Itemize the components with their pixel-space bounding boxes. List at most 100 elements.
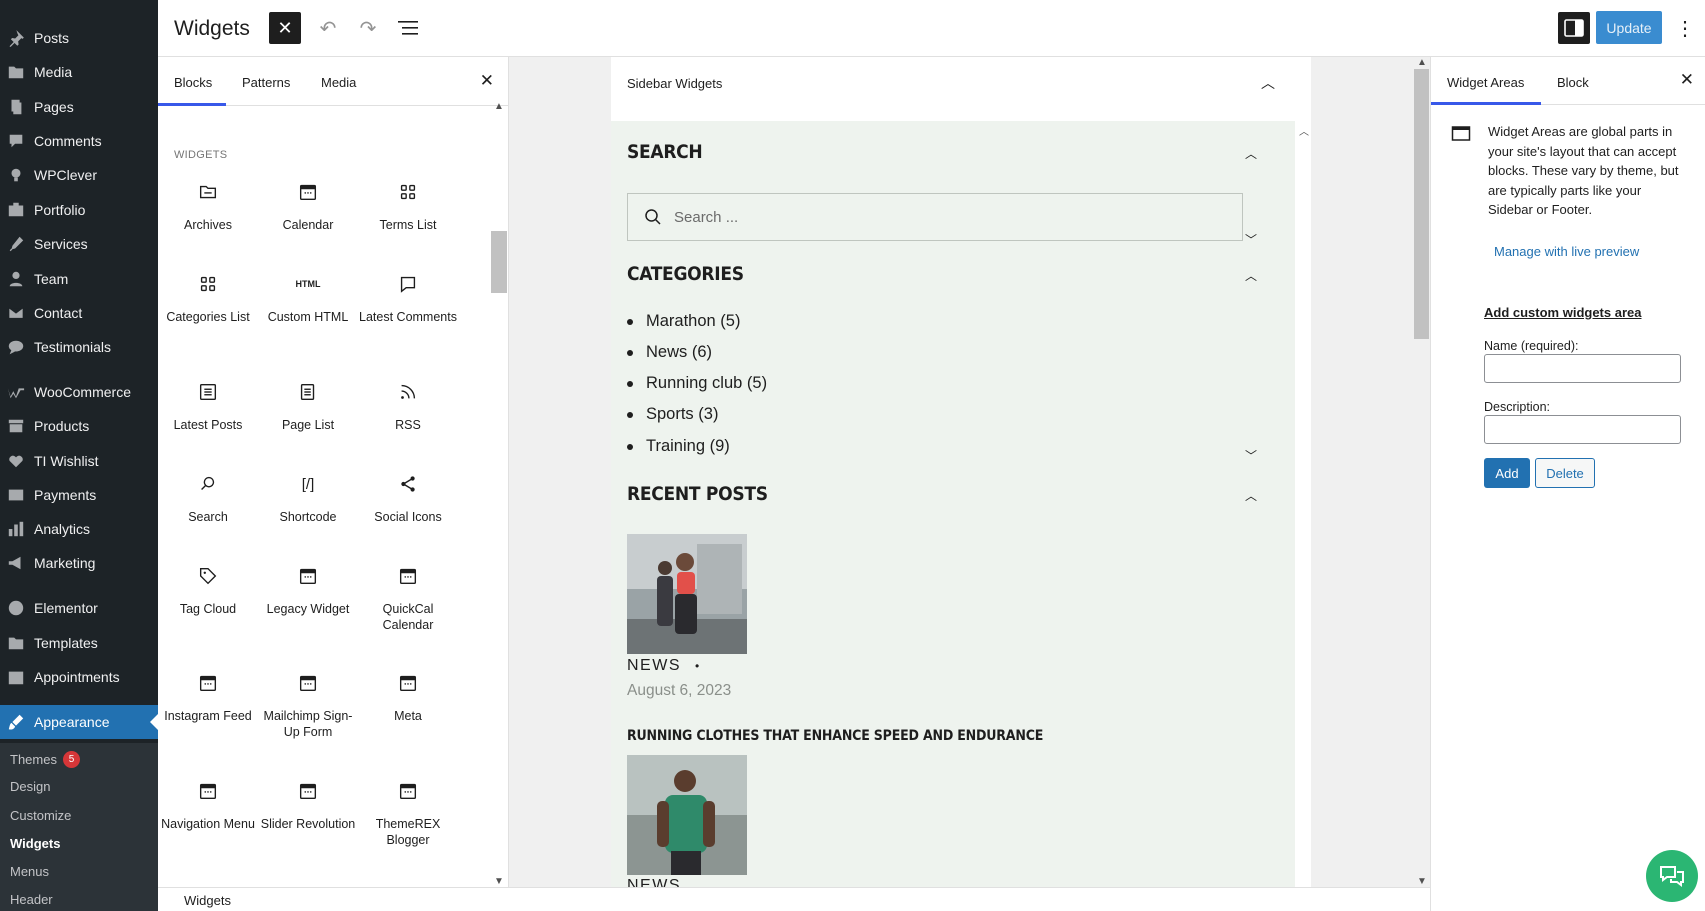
calendar-icon (258, 561, 358, 591)
block-rss[interactable]: RSS (358, 377, 458, 433)
redo-button[interactable]: ↷ (352, 12, 384, 44)
undo-button[interactable]: ↶ (312, 12, 344, 44)
block-instagram-feed[interactable]: Instagram Feed (158, 668, 258, 724)
menu-item-team[interactable]: Team (0, 262, 158, 296)
chat-support-button[interactable] (1646, 850, 1698, 902)
category-item[interactable]: News (6) (627, 343, 712, 362)
tab-block[interactable]: Block (1557, 75, 1589, 90)
chevron-down-icon[interactable]: ﹀ (1245, 447, 1257, 464)
category-item[interactable]: Sports (3) (627, 405, 718, 424)
widget-area-title[interactable]: Sidebar Widgets (627, 76, 722, 91)
list-view-button[interactable] (392, 12, 424, 44)
block-calendar[interactable]: Calendar (258, 177, 358, 233)
tab-patterns[interactable]: Patterns (242, 75, 290, 90)
block-latest-comments[interactable]: Latest Comments (358, 269, 458, 325)
chevron-up-icon[interactable]: ︿ (1245, 267, 1257, 284)
menu-item-comments[interactable]: Comments (0, 124, 158, 158)
collapse-area-button[interactable]: ︿ (1261, 73, 1275, 93)
menu-item-wpclever[interactable]: WPClever (0, 158, 158, 192)
block-search[interactable]: Search (158, 469, 258, 525)
chevron-up-icon[interactable]: ︿ (1245, 145, 1257, 162)
manage-live-preview-link[interactable]: Manage with live preview (1494, 244, 1639, 259)
search-widget-title: SEARCH (627, 141, 703, 163)
menu-item-ti-wishlist[interactable]: TI Wishlist (0, 444, 158, 478)
menu-item-products[interactable]: Products (0, 409, 158, 443)
portfolio-icon (5, 201, 27, 219)
category-item[interactable]: Running club (5) (627, 374, 767, 393)
widget-content-scrollbar[interactable]: ︿ (1295, 121, 1311, 887)
menu-item-woocommerce[interactable]: WooCommerce (0, 375, 158, 409)
post-thumbnail[interactable] (627, 755, 747, 875)
name-field[interactable] (1484, 354, 1681, 383)
submenu-item-customize[interactable]: Customize (10, 808, 71, 823)
post-thumbnail[interactable] (627, 534, 747, 654)
block-categories-list[interactable]: Categories List (158, 269, 258, 325)
menu-item-posts[interactable]: Posts (0, 21, 158, 55)
comments-icon (5, 132, 27, 150)
archive-folder-icon (158, 177, 258, 207)
inserter-scrollbar[interactable]: ▲ ▼ (490, 101, 508, 887)
menu-item-appointments[interactable]: Appointments (0, 660, 158, 694)
submenu-item-widgets[interactable]: Widgets (10, 836, 60, 851)
block-archives[interactable]: Archives (158, 177, 258, 233)
tab-media[interactable]: Media (321, 75, 356, 90)
menu-item-elementor[interactable]: Elementor (0, 591, 158, 625)
update-button[interactable]: Update (1596, 11, 1662, 44)
post-category[interactable]: NEWS (627, 877, 681, 887)
submenu-item-header[interactable]: Header (10, 892, 53, 907)
category-item[interactable]: Training (9) (627, 437, 730, 456)
submenu-item-themes[interactable]: Themes 5 (10, 751, 80, 768)
block-themerex-blogger[interactable]: ThemeREX Blogger (358, 776, 458, 848)
block-latest-posts[interactable]: Latest Posts (158, 377, 258, 433)
close-inserter-panel-button[interactable]: ✕ (480, 71, 494, 91)
canvas-scroll-thumb[interactable] (1414, 69, 1429, 339)
menu-item-portfolio[interactable]: Portfolio (0, 193, 158, 227)
block-legacy-widget[interactable]: Legacy Widget (258, 561, 358, 617)
menu-item-analytics[interactable]: Analytics (0, 512, 158, 546)
menu-label: Contact (34, 305, 83, 321)
undo-icon: ↶ (319, 17, 337, 40)
block-shortcode[interactable]: [/] Shortcode (258, 469, 358, 525)
tab-widget-areas[interactable]: Widget Areas (1447, 75, 1524, 90)
menu-item-contact[interactable]: Contact (0, 296, 158, 330)
add-button[interactable]: Add (1484, 458, 1530, 488)
menu-item-services[interactable]: Services (0, 227, 158, 261)
menu-item-appearance[interactable]: Appearance (0, 705, 158, 739)
block-custom-html[interactable]: HTML Custom HTML (258, 269, 358, 325)
menu-item-media[interactable]: Media (0, 55, 158, 89)
close-settings-button[interactable]: ✕ (1680, 70, 1694, 90)
submenu-item-design[interactable]: Design (10, 779, 50, 794)
block-social-icons[interactable]: Social Icons (358, 469, 458, 525)
rss-icon (358, 377, 458, 407)
submenu-item-menus[interactable]: Menus (10, 864, 49, 879)
breadcrumb[interactable]: Widgets (184, 893, 231, 908)
delete-button[interactable]: Delete (1535, 458, 1595, 488)
category-item[interactable]: Marathon (5) (627, 312, 740, 331)
menu-item-marketing[interactable]: Marketing (0, 546, 158, 580)
menu-item-pages[interactable]: Pages (0, 90, 158, 124)
block-meta[interactable]: Meta (358, 668, 458, 724)
block-navigation-menu[interactable]: Navigation Menu (158, 776, 258, 832)
post-category[interactable]: NEWS • (627, 657, 701, 675)
inserter-scroll-thumb[interactable] (491, 231, 507, 293)
close-inserter-button[interactable]: ✕ (269, 12, 301, 44)
description-field[interactable] (1484, 415, 1681, 444)
post-title[interactable]: RUNNING CLOTHES THAT ENHANCE SPEED AND E… (627, 728, 1043, 744)
settings-toggle-button[interactable] (1558, 12, 1590, 44)
block-terms-list[interactable]: Terms List (358, 177, 458, 233)
menu-item-payments[interactable]: Payments (0, 478, 158, 512)
block-slider-revolution[interactable]: Slider Revolution (258, 776, 358, 832)
block-mailchimp-sign-up-form[interactable]: Mailchimp Sign-Up Form (258, 668, 358, 740)
block-tag-cloud[interactable]: Tag Cloud (158, 561, 258, 617)
chevron-down-icon[interactable]: ﹀ (1245, 231, 1257, 248)
menu-item-templates[interactable]: Templates (0, 626, 158, 660)
tab-blocks[interactable]: Blocks (174, 75, 212, 90)
menu-label: Media (34, 64, 73, 80)
menu-item-testimonials[interactable]: Testimonials (0, 330, 158, 364)
block-quickcal-calendar[interactable]: QuickCal Calendar (358, 561, 458, 633)
search-input[interactable]: Search ... (627, 193, 1243, 241)
menu-label: Products (34, 418, 90, 434)
more-options-button[interactable]: ⋮ (1672, 12, 1698, 44)
chevron-up-icon[interactable]: ︿ (1245, 487, 1257, 504)
block-page-list[interactable]: Page List (258, 377, 358, 433)
